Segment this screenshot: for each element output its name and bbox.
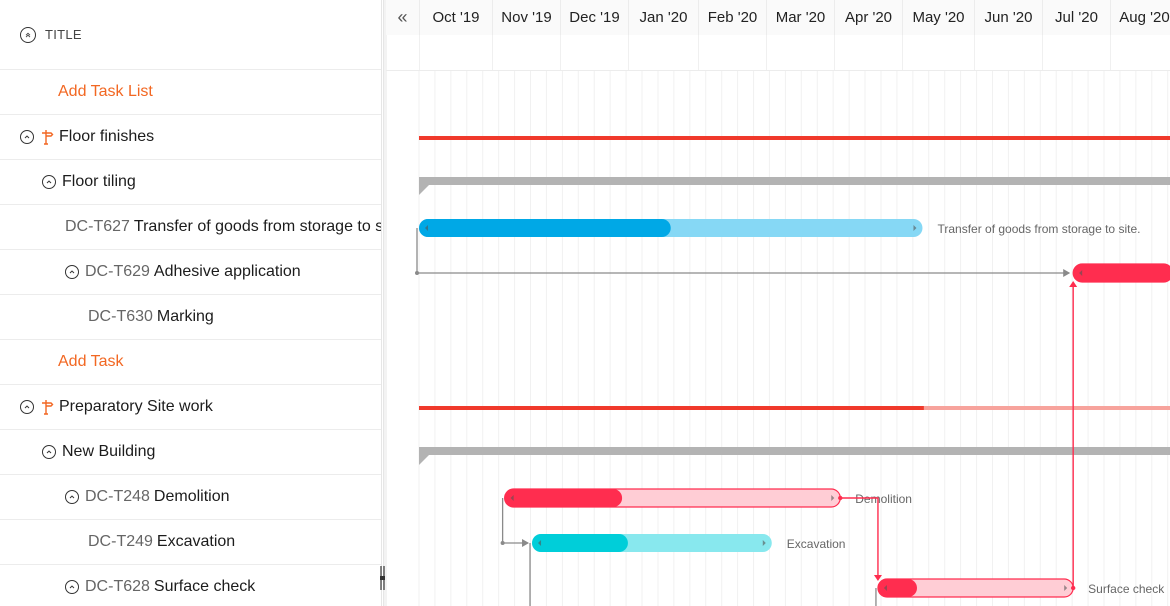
month-header: Apr '20 xyxy=(834,0,902,35)
task-bar-label: Surface check xyxy=(1088,582,1165,596)
month-header: Jul '20 xyxy=(1042,0,1110,35)
group-row[interactable]: Floor tiling xyxy=(0,160,381,205)
tasklist-summary-progress xyxy=(419,406,924,410)
group-bar xyxy=(419,447,1170,455)
dependency-dot xyxy=(500,541,505,545)
tasklist-row[interactable]: Floor finishes xyxy=(0,115,381,160)
task-row[interactable]: DC-T627 Transfer of goods from storage to… xyxy=(0,205,381,250)
tasklist-row[interactable]: Preparatory Site work xyxy=(0,385,381,430)
task-bar-label: Excavation xyxy=(787,537,846,551)
task-row[interactable]: DC-T629 Adhesive application xyxy=(0,250,381,295)
task-progress xyxy=(1073,264,1170,282)
task-name: Surface check xyxy=(153,578,256,595)
task-id: DC-T630 xyxy=(88,308,153,325)
task-list-header: TITLE xyxy=(0,0,381,70)
month-subheader xyxy=(974,35,1042,70)
task-row[interactable]: DC-T249 Excavation xyxy=(0,520,381,565)
task-rows: Add Task List Floor finishes Floor tiling D… xyxy=(0,70,381,606)
dependency-line xyxy=(840,497,879,576)
month-subheader xyxy=(560,35,628,70)
add-link-row[interactable]: Add Task xyxy=(0,340,381,385)
milestone-signpost-icon xyxy=(40,399,59,415)
month-header: Feb '20 xyxy=(698,0,766,35)
task-id: DC-T249 xyxy=(88,533,153,550)
milestone-signpost-icon xyxy=(40,129,59,145)
month-header: Nov '19 xyxy=(492,0,560,35)
month-header: Jun '20 xyxy=(974,0,1042,35)
task-name: Floor finishes xyxy=(59,128,155,145)
task-progress xyxy=(419,219,671,237)
month-subheader xyxy=(492,35,560,70)
month-header: Dec '19 xyxy=(560,0,628,35)
task-progress xyxy=(532,534,628,552)
task-name: Marking xyxy=(156,308,214,325)
collapse-chevron-icon[interactable] xyxy=(20,400,34,414)
task-name: Demolition xyxy=(153,488,230,505)
task-list-panel: TITLE Add Task List Floor finishes Floor t… xyxy=(0,0,382,606)
month-header: May '20 xyxy=(902,0,974,35)
task-id: DC-T629 xyxy=(85,263,150,280)
month-subheader xyxy=(698,35,766,70)
task-progress xyxy=(504,489,623,507)
add-link[interactable]: Add Task xyxy=(58,353,124,371)
collapse-chevron-icon[interactable] xyxy=(65,580,79,594)
task-id: DC-T248 xyxy=(85,488,150,505)
group-row[interactable]: New Building xyxy=(0,430,381,475)
timeline-header: « Oct '19 Nov '19 Dec '19 Jan '20 Feb '20 Mar… xyxy=(386,0,1170,71)
task-row[interactable]: DC-T630 Marking xyxy=(0,295,381,340)
task-progress xyxy=(877,579,917,597)
dependency-arrow-icon xyxy=(1063,269,1071,277)
dependency-dot xyxy=(415,271,419,275)
task-id: DC-T627 xyxy=(65,218,130,235)
add-link-row[interactable]: Add Task List xyxy=(0,70,381,115)
dependency-dot xyxy=(838,495,843,501)
dependency-arrow-icon xyxy=(1069,281,1078,287)
month-subheader xyxy=(766,35,834,70)
collapse-panel-button[interactable]: « xyxy=(386,0,419,35)
collapse-chevron-icon[interactable] xyxy=(42,175,56,189)
collapse-all-icon[interactable] xyxy=(20,26,36,43)
task-row[interactable]: DC-T248 Demolition xyxy=(0,475,381,520)
month-header: Oct '19 xyxy=(419,0,492,35)
month-subheader xyxy=(1110,35,1170,70)
collapse-chevron-icon[interactable] xyxy=(65,265,79,279)
task-name: Adhesive application xyxy=(153,263,301,280)
group-bar-cap xyxy=(419,185,429,195)
collapse-chevron-icon[interactable] xyxy=(42,445,56,459)
task-name: Floor tiling xyxy=(62,173,136,190)
dependency-dot xyxy=(1070,585,1076,591)
column-title: TITLE xyxy=(45,27,82,42)
double-chevron-left-icon: « xyxy=(397,7,408,27)
month-subheader xyxy=(1042,35,1110,70)
task-name: Excavation xyxy=(156,533,236,550)
add-link[interactable]: Add Task List xyxy=(58,83,153,101)
month-subheader xyxy=(419,35,492,70)
task-name: New Building xyxy=(62,443,156,460)
month-subheader xyxy=(628,35,698,70)
collapse-chevron-icon[interactable] xyxy=(65,490,79,504)
collapse-chevron-icon[interactable] xyxy=(20,130,34,144)
task-bar-label: Transfer of goods from storage to site. xyxy=(937,222,1140,236)
gantt-timeline: Transfer of goods from storage to site. D… xyxy=(386,0,1170,606)
month-header: Mar '20 xyxy=(766,0,834,35)
task-name: Transfer of goods from storage to site. xyxy=(133,218,381,235)
task-row[interactable]: DC-T628 Surface check xyxy=(0,565,381,606)
task-name: Preparatory Site work xyxy=(59,398,213,415)
dependency-arrow-icon xyxy=(522,539,530,547)
gantt-chart: Transfer of goods from storage to site. D… xyxy=(415,70,1170,606)
month-subheader xyxy=(834,35,902,70)
month-header: Aug '20 xyxy=(1110,0,1170,35)
task-id: DC-T628 xyxy=(85,578,150,595)
task-bar-label: Demolition xyxy=(855,492,912,506)
tasklist-summary-progress xyxy=(419,136,1170,140)
group-bar-cap xyxy=(419,455,429,465)
month-header: Jan '20 xyxy=(628,0,698,35)
month-subheader xyxy=(902,35,974,70)
group-bar xyxy=(419,177,1170,185)
resize-handle-icon[interactable] xyxy=(378,566,386,590)
